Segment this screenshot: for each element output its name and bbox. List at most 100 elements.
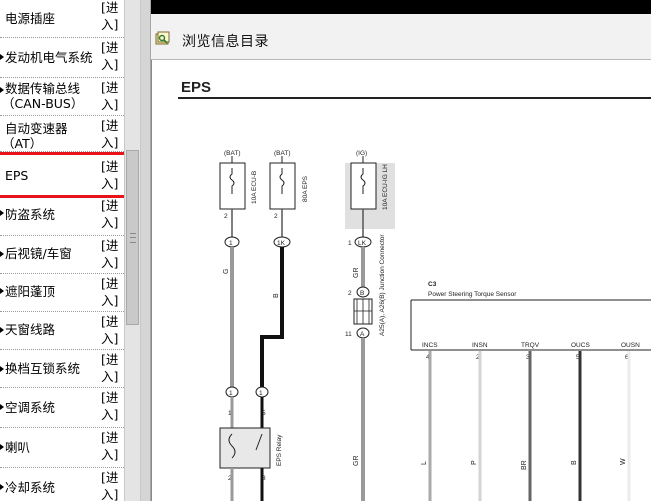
- enter-link[interactable]: [进入]: [101, 117, 121, 151]
- fuse2-pin: 2: [274, 213, 278, 220]
- pin-name: INSN: [472, 342, 488, 349]
- sidebar-scrollbar[interactable]: [124, 0, 141, 501]
- wire-g-label: G: [223, 269, 230, 274]
- sensor-pin-trqv: TRQV 3 BR: [521, 342, 540, 501]
- enter-link[interactable]: [进入]: [101, 313, 121, 347]
- grip-icon: [130, 233, 136, 243]
- sensor-pin-incs: INCS 4 L: [421, 342, 438, 501]
- sidebar-item-cooling-system[interactable]: 冷却系统 [进入]: [0, 468, 124, 501]
- sidebar-item-label: 空调系统: [5, 400, 56, 415]
- sidebar-item-label-line2: （CAN-BUS）: [2, 96, 84, 111]
- relay-box: [219, 427, 271, 469]
- arrow-right-icon: [0, 54, 4, 60]
- sidebar-item-shift-interlock[interactable]: 换档互锁系统 [进入]: [0, 350, 124, 388]
- fuse1-conn: 1: [229, 240, 233, 247]
- document-viewer: EPS (BAT) 2 10A ECU-B 1 G (BAT) 2 80A EP…: [151, 60, 651, 501]
- sidebar-item-label: 发动机电气系统: [5, 50, 93, 65]
- arrow-right-icon: [0, 251, 4, 257]
- fuse2-source: (BAT): [274, 150, 291, 157]
- sensor-pin-insn: INSN 2 P: [471, 342, 488, 501]
- fuse1-pin: 2: [224, 213, 228, 220]
- enter-link[interactable]: [进入]: [101, 197, 121, 231]
- sidebar-item-automatic-transmission[interactable]: 自动变速器 （AT） [进入]: [0, 116, 124, 152]
- sensor-pin-ousn: OUSN 6 W: [620, 342, 640, 501]
- pin-wire-label: BR: [521, 460, 528, 470]
- fuse1-source: (BAT): [224, 150, 241, 157]
- arrow-right-icon: [0, 210, 4, 216]
- sidebar-item-label: 后视镜/车窗: [5, 246, 72, 261]
- pin-wire-label: B: [571, 460, 578, 465]
- junction-pin-bot: 11: [345, 331, 352, 338]
- sidebar-item-anti-theft[interactable]: 防盗系统 [进入]: [0, 198, 124, 236]
- junction-pin-top: 2: [348, 290, 352, 297]
- fuse2-conn: 1K: [277, 240, 286, 247]
- relay-conn-right-label: 1: [259, 390, 263, 397]
- sidebar-item-engine-electrical[interactable]: 发动机电气系统 [进入]: [0, 38, 124, 78]
- enter-link[interactable]: [进入]: [101, 237, 121, 271]
- junction-conn-top: B: [360, 290, 364, 297]
- fuse3-conn: LK: [358, 240, 367, 247]
- arrow-right-icon: [0, 87, 4, 93]
- arrow-right-icon: [0, 288, 4, 294]
- junction-conn-bot: A: [360, 331, 365, 338]
- sidebar-item-mirror-window[interactable]: 后视镜/车窗 [进入]: [0, 236, 124, 274]
- arrow-right-icon: [0, 404, 4, 410]
- enter-link[interactable]: [进入]: [101, 389, 121, 423]
- wire-gr-bottom-label: GR: [353, 456, 360, 467]
- enter-link[interactable]: [进入]: [101, 429, 121, 463]
- enter-link[interactable]: [进入]: [101, 39, 121, 73]
- pin-name: TRQV: [521, 342, 540, 349]
- sidebar-item-label: 换档互锁系统: [5, 361, 81, 376]
- arrow-right-icon: [0, 484, 4, 490]
- sidebar-item-power-socket[interactable]: 电源插座 [进入]: [0, 0, 124, 38]
- sidebar-item-sunroof-wiring[interactable]: 天窗线路 [进入]: [0, 312, 124, 350]
- pin-wire-label: W: [620, 458, 627, 465]
- fuse3-source: (IG): [356, 150, 367, 157]
- sidebar-item-label: 天窗线路: [5, 322, 56, 337]
- sensor-id: C3: [428, 281, 437, 288]
- fuse1-rating: 10A ECU-B: [251, 171, 258, 204]
- toolbar: 浏览信息目录: [151, 14, 651, 60]
- enter-link[interactable]: [进入]: [101, 469, 121, 501]
- fuse3-rating: 10A ECU-IG LH: [382, 164, 389, 210]
- fuse2-rating: 80A EPS: [302, 175, 309, 202]
- sidebar-item-sunshade-roof[interactable]: 遮阳蓬顶 [进入]: [0, 274, 124, 312]
- toolbar-title: 浏览信息目录: [182, 34, 269, 50]
- enter-link[interactable]: [进入]: [101, 351, 121, 385]
- pane-splitter[interactable]: [141, 0, 151, 501]
- relay-conn-left-label: 1: [229, 390, 233, 397]
- document-title: EPS: [181, 79, 211, 96]
- enter-link[interactable]: [进入]: [101, 275, 121, 309]
- wire-b-label: B: [273, 293, 280, 298]
- sidebar-nav: 电源插座 [进入] 发动机电气系统 [进入] 数据传输总线 （CAN-BUS） …: [0, 0, 124, 501]
- enter-link[interactable]: [进入]: [101, 0, 121, 33]
- pin-name: OUCS: [571, 342, 590, 349]
- content-pane: 浏览信息目录 EPS (BAT) 2 10A ECU-B 1 G (BAT) 2: [151, 0, 651, 501]
- fuse3-conn-pin: 1: [348, 240, 352, 247]
- pin-wire-label: P: [471, 460, 478, 465]
- scrollbar-thumb[interactable]: [126, 150, 139, 325]
- sidebar-item-can-bus[interactable]: 数据传输总线 （CAN-BUS） [进入]: [0, 78, 124, 116]
- browse-catalog-icon[interactable]: [155, 31, 171, 46]
- wire-b: [260, 247, 284, 387]
- wiring-diagram: EPS (BAT) 2 10A ECU-B 1 G (BAT) 2 80A EP…: [178, 79, 651, 501]
- sidebar-item-label: 冷却系统: [5, 480, 56, 495]
- sidebar-item-label-line2: （AT）: [2, 136, 43, 151]
- sidebar-item-label: 电源插座: [5, 11, 56, 26]
- pin-name: INCS: [422, 342, 438, 349]
- sensor-name: Power Steering Torque Sensor: [428, 291, 517, 298]
- junction-name: A25(A), A26(B) Junction Connector: [379, 234, 386, 336]
- arrow-right-icon: [0, 444, 4, 450]
- pin-wire-label: L: [421, 461, 428, 465]
- relay-name: EPS Relay: [276, 434, 283, 466]
- arrow-right-icon: [0, 327, 4, 333]
- arrow-right-icon: [0, 366, 4, 372]
- selection-highlight: [0, 152, 128, 198]
- sidebar-item-air-conditioning[interactable]: 空调系统 [进入]: [0, 388, 124, 428]
- sidebar-item-horn[interactable]: 喇叭 [进入]: [0, 428, 124, 468]
- pin-name: OUSN: [621, 342, 640, 349]
- sensor-pin-oucs: OUCS 5 B: [571, 342, 590, 501]
- sidebar-item-label: 遮阳蓬顶: [5, 284, 56, 299]
- sidebar-item-label: 防盗系统: [5, 207, 56, 222]
- enter-link[interactable]: [进入]: [101, 79, 121, 113]
